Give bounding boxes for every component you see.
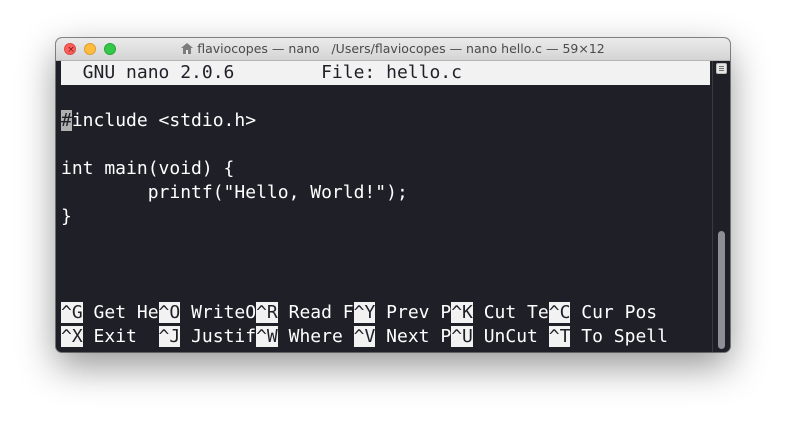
shortcut-key[interactable]: ^W [256,326,278,347]
shortcut-label: Read F [277,302,354,323]
shortcut-row-2: ^X Exit ^J Justif^W Where ^V Next P^U Un… [61,325,668,349]
shortcut-label: Cur Pos [570,302,658,323]
shortcut-label: Get He [82,302,159,323]
scroll-menu-icon[interactable] [716,63,727,74]
vertical-scrollbar[interactable] [712,61,730,352]
home-icon [181,42,194,54]
text-cursor: # [61,110,72,131]
shortcut-label: Exit [82,326,159,347]
shortcut-label: UnCut [472,326,549,347]
shortcut-key[interactable]: ^X [61,326,83,347]
code-line-1-text: include <stdio.h> [71,110,257,131]
shortcut-label: Where [277,326,354,347]
shortcut-key[interactable]: ^U [451,326,473,347]
scrollbar-thumb[interactable] [718,231,725,349]
code-line-1: #include <stdio.h> [61,109,256,133]
shortcut-label: Prev P [375,302,452,323]
shortcut-label: Next P [375,326,452,347]
shortcut-row-1: ^G Get He^O WriteO^R Read F^Y Prev P^K C… [61,301,657,325]
window-title-right: /Users/flaviocopes — nano hello.c — 59×1… [331,41,605,56]
shortcut-label: Justif [180,326,257,347]
shortcut-key[interactable]: ^O [158,302,181,323]
shortcut-label: Cut Te [472,302,549,323]
shortcut-key[interactable]: ^V [353,326,376,347]
shortcut-key[interactable]: ^K [451,302,473,323]
code-line-4: printf("Hello, World!"); [61,182,408,203]
shortcut-key[interactable]: ^J [158,326,181,347]
shortcut-label: To Spell [570,326,668,347]
terminal-window: × flaviocopes — nano /Users/flaviocopes … [56,38,730,352]
shortcut-key[interactable]: ^C [548,302,571,323]
shortcut-key[interactable]: ^G [61,302,83,323]
shortcut-key[interactable]: ^Y [353,302,376,323]
code-line-5: } [61,206,72,227]
code-line-3: int main(void) { [61,158,235,179]
title-bar[interactable]: × flaviocopes — nano /Users/flaviocopes … [56,38,730,61]
shortcut-key[interactable]: ^T [548,326,571,347]
terminal-content[interactable]: GNU nano 2.0.6 File: hello.c #include <s… [56,61,712,352]
window-title-left: flaviocopes — nano [197,41,320,56]
nano-header-bar: GNU nano 2.0.6 File: hello.c [61,61,710,85]
window-title: flaviocopes — nano /Users/flaviocopes — … [56,38,730,60]
shortcut-key[interactable]: ^R [256,302,278,323]
shortcut-label: WriteO [180,302,257,323]
